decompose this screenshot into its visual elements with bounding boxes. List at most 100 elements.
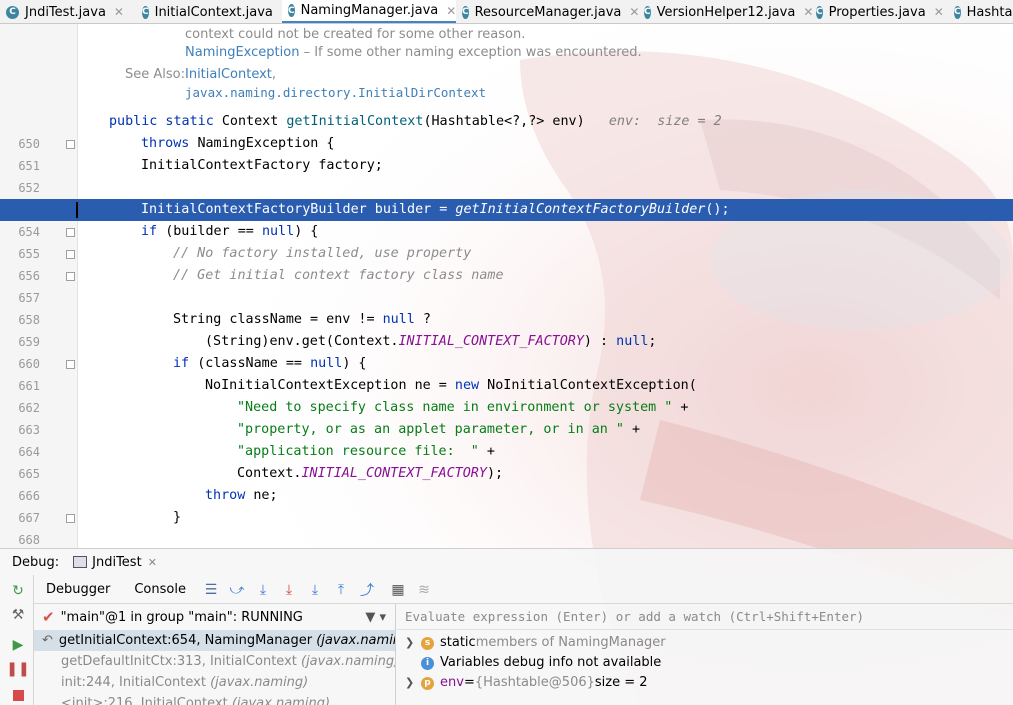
frame-package: (javax.naming) (301, 654, 396, 669)
code-token: + (478, 444, 495, 459)
tab-debugger[interactable]: Debugger (34, 582, 122, 597)
variable-row-info: i Variables debug info not available (397, 653, 1013, 673)
code-line-668[interactable]: 668 } (0, 507, 1013, 547)
watch-expression-input[interactable]: Evaluate expression (Enter) or add a wat… (397, 604, 1013, 630)
code-token: + (623, 422, 641, 437)
debug-session-tab[interactable]: JndiTest ✕ (73, 555, 157, 570)
var-size: size = 2 (594, 675, 648, 690)
tab-properties[interactable]: C Properties.java ✕ (810, 0, 948, 23)
stack-frame[interactable]: init:244, InitialContext (javax.naming) (34, 672, 395, 693)
code-line-654-current[interactable]: 654 InitialContextFactoryBuilder builder… (0, 199, 1013, 239)
evaluate-expression-icon[interactable]: ▦ (388, 580, 408, 600)
fold-marker-icon[interactable] (66, 140, 75, 149)
thread-label: "main"@1 in group "main": RUNNING (60, 609, 303, 625)
tab-versionhelper12[interactable]: C VersionHelper12.java ✕ (638, 0, 813, 23)
tab-namingmanager[interactable]: C NamingManager.java ✕ (282, 0, 456, 23)
doc-text: context could not be created for some ot… (185, 27, 526, 42)
run-to-cursor-icon[interactable]: ⤴ (357, 580, 377, 600)
tab-initialcontext[interactable]: C InitialContext.java ✕ (136, 0, 291, 23)
trace-icon[interactable]: ≋ (414, 580, 434, 600)
force-step-into-icon[interactable]: ⤓ (305, 580, 325, 600)
doc-link-namingexception[interactable]: NamingException (185, 45, 299, 60)
java-class-icon: C (816, 5, 823, 19)
fold-marker-icon[interactable] (66, 272, 75, 281)
fold-marker-icon[interactable] (66, 360, 75, 369)
code-token: INITIAL_CONTEXT_FACTORY (301, 466, 487, 481)
doc-comma: , (271, 67, 277, 82)
step-over-icon[interactable]: ⤓ (253, 580, 273, 600)
code-line-664[interactable]: 664 "property, or as an applet parameter… (0, 419, 1013, 459)
close-icon[interactable]: ✕ (934, 5, 944, 19)
tab-hashtable[interactable]: C Hashta (948, 0, 1013, 23)
code-string: "property, or as an applet parameter, or… (237, 422, 624, 437)
code-line-661[interactable]: 661 if (className == null) { (0, 353, 1013, 393)
rendered-javadoc: context could not be created for some ot… (0, 24, 1013, 109)
show-execution-point-icon[interactable]: ⤻ (227, 580, 247, 600)
code-token: (builder == (165, 224, 262, 239)
variable-row-env[interactable]: ❯ p env = {Hashtable@506} size = 2 (397, 673, 1013, 693)
doc-exception-line: NamingException – If some other naming e… (185, 45, 642, 60)
pause-icon[interactable]: ❚❚ (6, 661, 29, 677)
code-token: public static (109, 114, 222, 129)
frame-package: (javax.naming) (231, 696, 331, 705)
fold-marker-icon[interactable] (66, 250, 75, 259)
code-line-659[interactable]: 659 String className = env != null ? (0, 309, 1013, 349)
code-line-650[interactable]: 650 public static Context getInitialCont… (0, 111, 1013, 151)
tab-label: VersionHelper12.java (656, 4, 796, 20)
code-line-666[interactable]: 666 Context.INITIAL_CONTEXT_FACTORY); (0, 463, 1013, 503)
code-token: getInitialContext (286, 114, 424, 129)
stop-icon[interactable] (10, 687, 26, 703)
debug-left-toolbar: ↻ ⚒ ▶ ❚❚ (0, 575, 34, 705)
settings-wrench-icon[interactable]: ⚒ (10, 607, 26, 623)
layout-menu-icon[interactable]: ☰ (201, 580, 221, 600)
variable-row-static[interactable]: ❯ s static members of NamingManager (397, 633, 1013, 653)
stack-frame[interactable]: ↶ getInitialContext:654, NamingManager (j… (34, 630, 395, 651)
close-icon[interactable]: ✕ (114, 5, 124, 19)
close-icon[interactable]: ✕ (446, 4, 456, 18)
code-token: ne; (253, 488, 278, 503)
rerun-icon[interactable]: ↻ (10, 583, 26, 599)
fold-marker-icon[interactable] (66, 228, 75, 237)
code-line-651[interactable]: 651 throws NamingException { (0, 133, 1013, 173)
doc-link-initialdircontext[interactable]: javax.naming.directory.InitialDirContext (185, 85, 486, 100)
code-line-660[interactable]: 660 (String)env.get(Context.INITIAL_CONT… (0, 331, 1013, 371)
code-line-663[interactable]: 663 "Need to specify class name in envir… (0, 397, 1013, 437)
tab-resourcemanager[interactable]: C ResourceManager.java ✕ (456, 0, 639, 23)
code-token: (className == (197, 356, 311, 371)
expand-chevron-icon[interactable]: ❯ (405, 673, 417, 693)
code-token: (); (705, 202, 730, 217)
code-line-657[interactable]: 657 // Get initial context factory class… (0, 265, 1013, 305)
code-line-658[interactable]: 658 (0, 287, 1013, 327)
code-line-665[interactable]: 665 "application resource file: " + (0, 441, 1013, 481)
code-line-652[interactable]: 652 InitialContextFactory factory; (0, 155, 1013, 195)
code-line-662[interactable]: 662 NoInitialContextException ne = new N… (0, 375, 1013, 415)
step-out-icon[interactable]: ⤒ (331, 580, 351, 600)
fold-marker-icon[interactable] (66, 514, 75, 523)
tab-label: NamingManager.java (300, 3, 439, 18)
stack-frame[interactable]: <init>:216, InitialContext (javax.naming… (34, 693, 395, 705)
var-static-prefix: static (440, 635, 476, 650)
stack-frame[interactable]: getDefaultInitCtx:313, InitialContext (j… (34, 651, 396, 672)
code-editor[interactable]: context could not be created for some ot… (0, 24, 1013, 548)
thread-selector[interactable]: ✔ "main"@1 in group "main": RUNNING ▼ ▾ (34, 604, 395, 630)
tab-jnditest[interactable]: C JndiTest.java ✕ (0, 0, 136, 23)
doc-link-initialcontext[interactable]: InitialContext (185, 67, 272, 82)
code-line-655[interactable]: 655 if (builder == null) { (0, 221, 1013, 261)
code-line-669[interactable]: 669 (0, 529, 1013, 548)
frame-package: (javax.naming) (210, 675, 309, 690)
step-into-icon[interactable]: ⤓ (279, 580, 299, 600)
code-line-667[interactable]: 667 throw ne; (0, 485, 1013, 525)
code-token: NoInitialContextException( (487, 378, 697, 393)
resume-icon[interactable]: ▶ (10, 637, 26, 653)
code-line-653[interactable]: 653 (0, 177, 1013, 217)
code-token: InitialContextFactory factory; (141, 158, 383, 173)
code-token: null (261, 224, 295, 239)
close-icon[interactable]: ✕ (148, 556, 157, 569)
info-icon: i (421, 656, 434, 670)
filter-icon[interactable]: ▼ ▾ (365, 610, 386, 625)
code-token: InitialContextFactoryBuilder builder = (141, 202, 456, 217)
code-comment: // Get initial context factory class nam… (173, 268, 504, 283)
expand-chevron-icon[interactable]: ❯ (405, 633, 417, 653)
code-line-656[interactable]: 656 // No factory installed, use propert… (0, 243, 1013, 283)
tab-console[interactable]: Console (122, 582, 198, 597)
